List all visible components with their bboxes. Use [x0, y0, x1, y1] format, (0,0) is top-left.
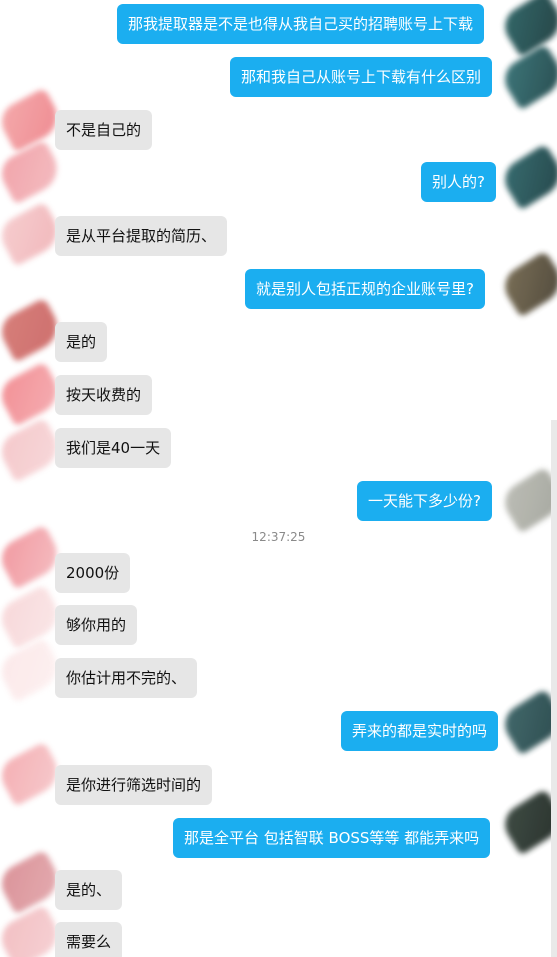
scrollbar[interactable]: [551, 420, 557, 957]
message-bubble-outgoing[interactable]: 就是别人包括正规的企业账号里?: [245, 269, 485, 309]
message-bubble-incoming[interactable]: 我们是40一天: [55, 428, 172, 468]
message-bubble-outgoing[interactable]: 那我提取器是不是也得从我自己买的招聘账号上下载: [117, 4, 485, 44]
message-bubble-incoming[interactable]: 是从平台提取的简历、: [55, 216, 228, 256]
contact-avatar: [0, 139, 66, 205]
message-bubble-incoming[interactable]: 你估计用不完的、: [55, 658, 198, 698]
message-bubble-outgoing[interactable]: 那和我自己从账号上下载有什么区别: [230, 57, 493, 97]
my-avatar: [497, 250, 557, 318]
my-avatar: [497, 466, 557, 534]
message-bubble-incoming[interactable]: 是的、: [55, 870, 123, 910]
my-avatar: [497, 143, 557, 211]
message-bubble-incoming[interactable]: 需要么: [55, 922, 123, 957]
my-avatar: [497, 788, 557, 856]
message-bubble-incoming[interactable]: 够你用的: [55, 605, 138, 645]
message-bubble-outgoing[interactable]: 一天能下多少份?: [357, 481, 492, 521]
chat-window: 那我提取器是不是也得从我自己买的招聘账号上下载 那和我自己从账号上下载有什么区别…: [0, 0, 557, 957]
message-bubble-outgoing[interactable]: 别人的?: [421, 162, 496, 202]
message-bubble-incoming[interactable]: 是你进行筛选时间的: [55, 765, 213, 805]
my-avatar: [497, 688, 557, 756]
message-bubble-incoming[interactable]: 2000份: [55, 553, 131, 593]
message-bubble-outgoing[interactable]: 弄来的都是实时的吗: [341, 711, 499, 751]
message-bubble-outgoing[interactable]: 那是全平台 包括智联 BOSS等等 都能弄来吗: [173, 818, 491, 858]
message-bubble-incoming[interactable]: 按天收费的: [55, 375, 153, 415]
message-bubble-incoming[interactable]: 不是自己的: [55, 110, 153, 150]
message-timestamp: 12:37:25: [251, 530, 306, 544]
message-bubble-incoming[interactable]: 是的: [55, 322, 108, 362]
my-avatar: [497, 43, 557, 111]
